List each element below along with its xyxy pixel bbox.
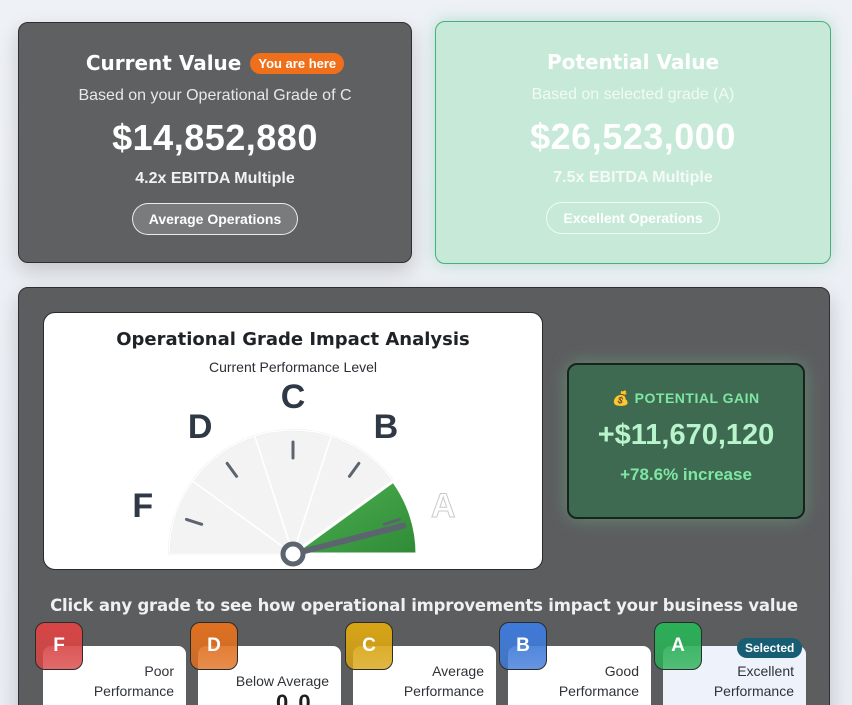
grade-a-line2: Performance (713, 683, 794, 699)
grade-c-line2: Performance (403, 683, 484, 699)
grade-letter-a[interactable]: A (654, 622, 702, 670)
potential-gain-box: 💰 POTENTIAL GAIN +$11,670,120 +78.6% inc… (567, 363, 805, 519)
potential-operations-tag: Excellent Operations (546, 202, 720, 234)
grade-d-line1: Below Average (235, 673, 329, 689)
potential-value-card: Potential Value Based on selected grade … (435, 21, 831, 264)
grade-letter-f[interactable]: F (35, 622, 83, 670)
potential-gain-label: POTENTIAL GAIN (634, 390, 760, 406)
gauge-label-a: A (431, 487, 456, 525)
current-value-subtitle: Based on your Operational Grade of C (78, 87, 352, 104)
grade-f-line2: Performance (93, 683, 174, 699)
gauge-hub (280, 541, 306, 567)
grade-letter-c[interactable]: C (345, 622, 393, 670)
potential-value-title: Potential Value (546, 50, 720, 74)
potential-ebitda-multiple: 7.5x EBITDA Multiple (553, 169, 713, 186)
current-operations-tag: Average Operations (131, 203, 299, 235)
potential-value-amount: $26,523,000 (530, 116, 736, 157)
grade-letter-b[interactable]: B (499, 622, 547, 670)
grade-gauge: F D C B A (132, 378, 456, 567)
potential-gain-value: +$11,670,120 (597, 419, 775, 451)
gauge-label-f: F (132, 487, 153, 525)
potential-value-subtitle: Based on selected grade (A) (531, 86, 735, 103)
money-bag-icon: 💰 (612, 390, 631, 406)
gauge-card: Operational Grade Impact Analysis Curren… (43, 312, 543, 570)
current-value-card: Current Value You are here Based on your… (18, 22, 412, 263)
grade-letter-d[interactable]: D (190, 622, 238, 670)
gauge-label-d: D (188, 408, 213, 446)
grade-b-line2: Performance (558, 683, 639, 699)
current-value-amount: $14,852,880 (112, 117, 318, 158)
current-value-title: Current Value (85, 51, 242, 75)
selected-badge: Selected (737, 638, 803, 658)
below-average-value-partial: 0.0 (276, 690, 313, 705)
gauge-label-c: C (281, 378, 306, 416)
gauge-label-b: B (374, 408, 399, 446)
potential-gain-percent: +78.6% increase (620, 465, 752, 484)
current-ebitda-multiple: 4.2x EBITDA Multiple (135, 170, 295, 187)
you-are-here-badge: You are here (250, 52, 345, 74)
grade-prompt: Click any grade to see how operational i… (50, 596, 798, 615)
